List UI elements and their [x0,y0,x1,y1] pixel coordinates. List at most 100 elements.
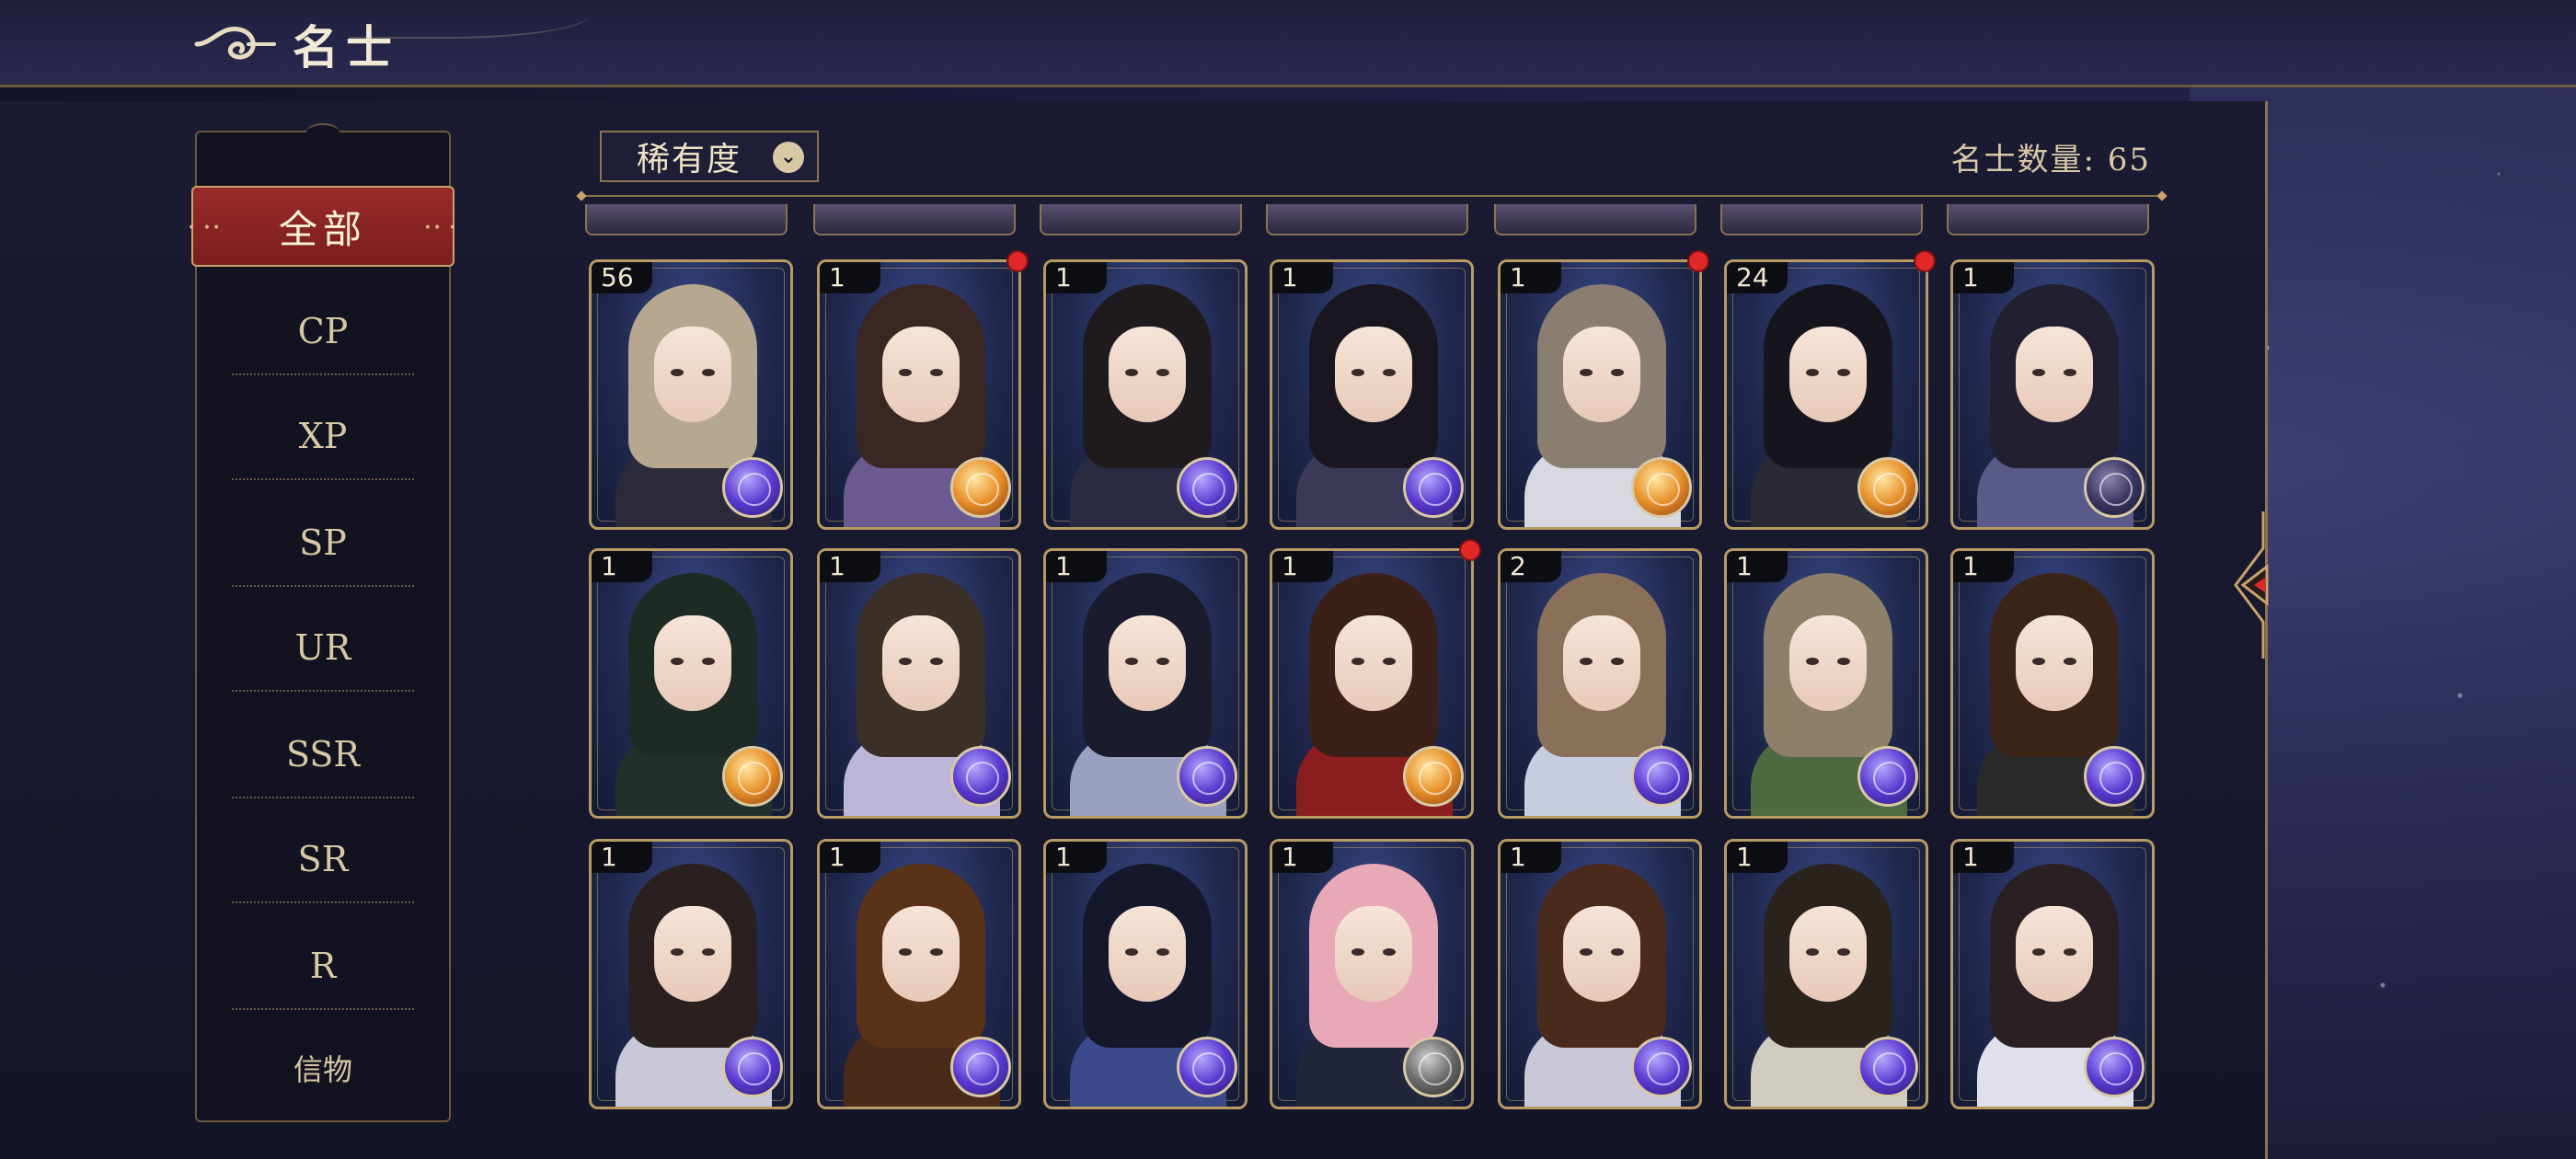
hero-card[interactable]: 1 [1270,259,1474,530]
hero-portrait-face [654,327,731,422]
hero-level-badge: 56 [592,262,652,293]
category-label: SSR [285,734,360,775]
hero-level-badge: 1 [1727,842,1788,873]
chevron-down-icon: ⌄ [773,142,804,173]
hero-count: 名士数量: 65 [1950,142,2151,178]
hero-eye [1580,369,1593,376]
divider [232,478,414,480]
hero-portrait-face [1789,327,1867,422]
hero-level-badge: 1 [820,551,880,582]
hero-card[interactable]: 1 [589,839,793,1109]
category-cp[interactable]: CP [223,311,423,375]
hero-card[interactable]: 1 [589,548,793,819]
rarity-filter-dropdown[interactable]: 稀有度 ⌄ [600,131,819,182]
hero-level-badge: 1 [1046,262,1107,293]
category-ssr[interactable]: SSR [223,734,423,798]
hero-eye [899,948,912,956]
hero-eye [1125,948,1138,956]
hero-eye [1125,369,1138,376]
hero-portrait-face [2016,327,2093,422]
divider [232,901,414,903]
hero-eye [702,658,715,665]
hero-eye [671,948,684,956]
hero-eye [1351,369,1364,376]
category-sr[interactable]: SR [223,839,423,903]
hero-card[interactable]: 1 [817,548,1021,819]
hero-level-badge: 1 [1953,262,2014,293]
hero-level-badge: 1 [1272,551,1333,582]
header-decoration [350,0,589,39]
hero-level-badge: 1 [592,551,652,582]
category-ur[interactable]: UR [223,627,423,692]
category-r[interactable]: R [223,946,423,1010]
category-sp[interactable]: SP [223,522,423,587]
category-label: XP [298,416,348,456]
card-partial[interactable] [1947,204,2149,235]
hero-portrait-face [1789,615,1867,711]
gold-element-orb-icon [1403,746,1464,807]
category-token[interactable]: 信物 [223,1047,423,1089]
hero-card[interactable]: 1 [1043,839,1248,1109]
hero-level-badge: 1 [820,842,880,873]
collapse-arrow-icon[interactable] [2226,511,2282,659]
hero-eye [1806,369,1819,376]
hero-eye [2064,369,2076,376]
purple-element-orb-icon [950,1037,1011,1097]
hero-card[interactable]: 1 [1950,259,2155,530]
hero-card[interactable]: 1 [1043,548,1248,819]
hero-eye [2064,948,2076,956]
hero-card[interactable]: 1 [1043,259,1248,530]
category-label: R [309,946,337,986]
notification-dot [1914,250,1936,272]
hero-level-badge: 1 [1953,551,2014,582]
hero-card[interactable]: 1 [1950,548,2155,819]
scrolled-row-partial [585,204,2160,235]
hero-card[interactable]: 1 [1498,259,1702,530]
purple-element-orb-icon [1857,1037,1918,1097]
hero-eye [702,369,715,376]
notification-dot [1687,250,1709,272]
dark-element-orb-icon [2084,457,2145,518]
category-all-button[interactable]: • •• 全部 •• • [188,186,456,267]
hero-card[interactable]: 1 [1270,839,1474,1109]
card-partial[interactable] [1040,204,1242,235]
card-partial[interactable] [585,204,788,235]
hero-eye [1156,948,1169,956]
cloud-ornament-icon [194,27,276,60]
hero-card[interactable]: 1 [1724,548,1928,819]
sidebar-notch [306,123,339,142]
hero-card[interactable]: 1 [817,259,1021,530]
purple-element-orb-icon [1631,746,1692,807]
card-partial[interactable] [1494,204,1696,235]
hero-card[interactable]: 2 [1498,548,1702,819]
hero-eye [671,658,684,665]
hero-card[interactable]: 56 [589,259,793,530]
card-partial[interactable] [813,204,1016,235]
hero-card[interactable]: 1 [1270,548,1474,819]
card-partial[interactable] [1720,204,1923,235]
header-bar: 名士 [0,0,2576,87]
hero-card[interactable]: 1 [817,839,1021,1109]
hero-eye [1383,948,1396,956]
divider [232,373,414,375]
hero-card[interactable]: 24 [1724,259,1928,530]
hero-card[interactable]: 1 [1950,839,2155,1109]
hero-level-badge: 1 [1953,842,2014,873]
hero-portrait-face [1563,906,1640,1002]
hero-level-badge: 1 [1046,842,1107,873]
hero-card[interactable]: 1 [1724,839,1928,1109]
hero-card[interactable]: 1 [1498,839,1702,1109]
hero-portrait-face [654,906,731,1002]
ornament-dots: •• • [423,221,458,235]
purple-element-orb-icon [722,457,783,518]
rarity-filter-label: 稀有度 [637,141,742,178]
hero-eye [2032,658,2045,665]
card-partial[interactable] [1266,204,1468,235]
divider [232,1008,414,1010]
hero-level-badge: 1 [1272,842,1333,873]
hero-eye [1383,658,1396,665]
category-xp[interactable]: XP [223,416,423,480]
purple-element-orb-icon [2084,1037,2145,1097]
hero-eye [1806,948,1819,956]
hero-eye [1837,658,1850,665]
